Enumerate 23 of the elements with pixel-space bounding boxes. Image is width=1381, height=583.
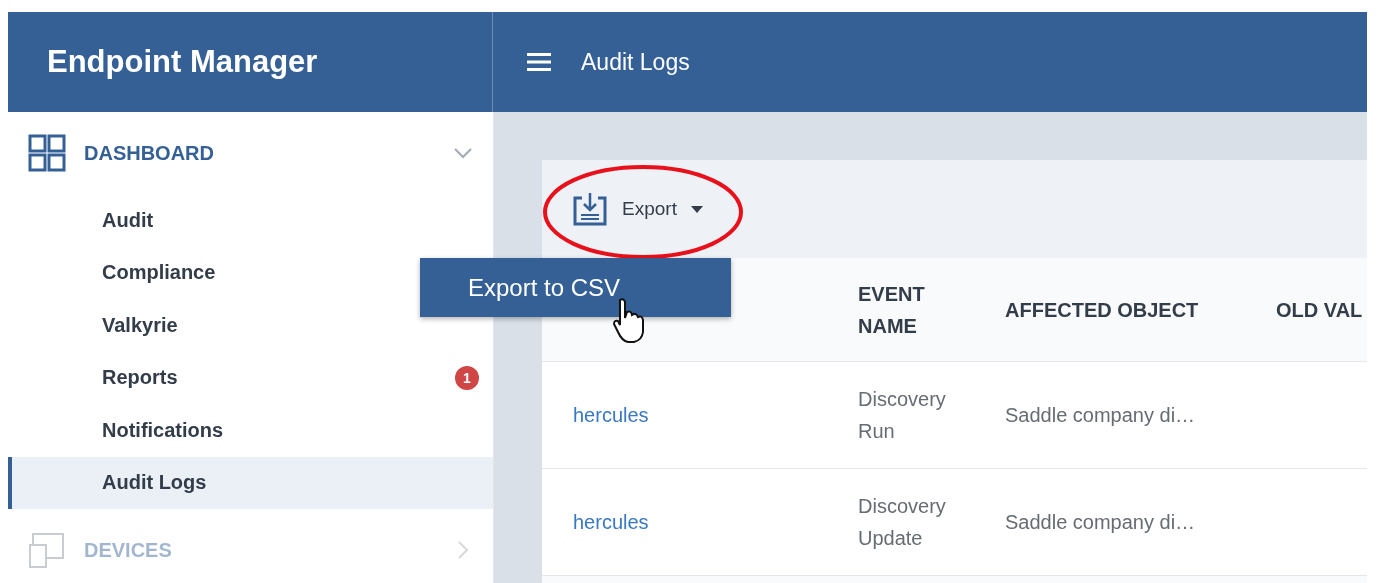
sidebar-item[interactable]: Audit Logs	[8, 456, 493, 509]
table-cell-text: Discovery Update	[858, 494, 947, 551]
sidebar-item[interactable]: Audit	[8, 194, 493, 247]
caret-icon	[690, 205, 703, 213]
device-link[interactable]: hercules	[542, 469, 858, 575]
table-cell-text: Discovery Run	[858, 387, 947, 444]
table-cell-text: Saddle company di…	[1005, 403, 1197, 428]
app-title: Endpoint Manager	[47, 44, 318, 80]
column-header: AFFECTED OBJECT	[1005, 297, 1200, 323]
device-link[interactable]: hercules	[542, 362, 858, 468]
column-header: OLD VAL	[1276, 297, 1364, 323]
devices-icon	[28, 531, 66, 569]
menu-icon[interactable]	[527, 52, 551, 72]
column-header: EVENT NAME	[858, 281, 926, 339]
sidebar-item[interactable]: Notifications	[8, 404, 493, 457]
sidebar-item[interactable]: Reports 1	[8, 351, 493, 404]
count-badge: 1	[455, 365, 479, 390]
grid-icon	[28, 134, 66, 172]
section-label[interactable]: DASHBOARD	[84, 141, 435, 165]
page-title: Audit Logs	[581, 48, 690, 76]
menu-item[interactable]: Export to CSV	[420, 258, 731, 317]
download-icon	[572, 192, 608, 226]
table-cell-text: Saddle company di…	[1005, 510, 1197, 535]
